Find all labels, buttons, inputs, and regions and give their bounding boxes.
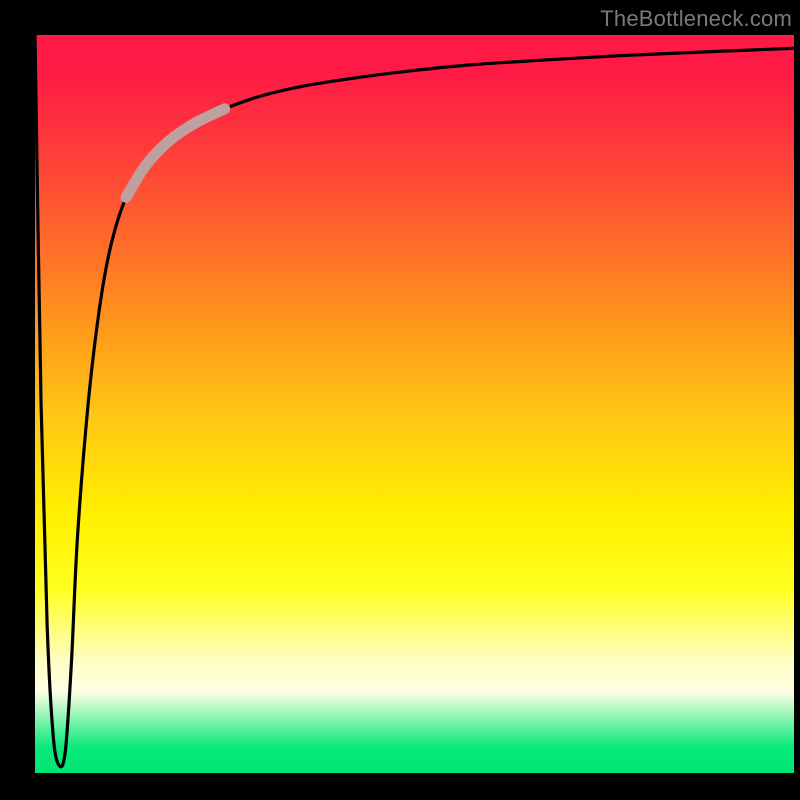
bottleneck-curve: [35, 35, 794, 773]
chart-frame: TheBottleneck.com: [0, 0, 800, 800]
plot-area: [35, 35, 794, 773]
curve-line: [35, 35, 794, 767]
curve-highlight-segment: [126, 109, 225, 198]
attribution-label: TheBottleneck.com: [600, 6, 792, 32]
